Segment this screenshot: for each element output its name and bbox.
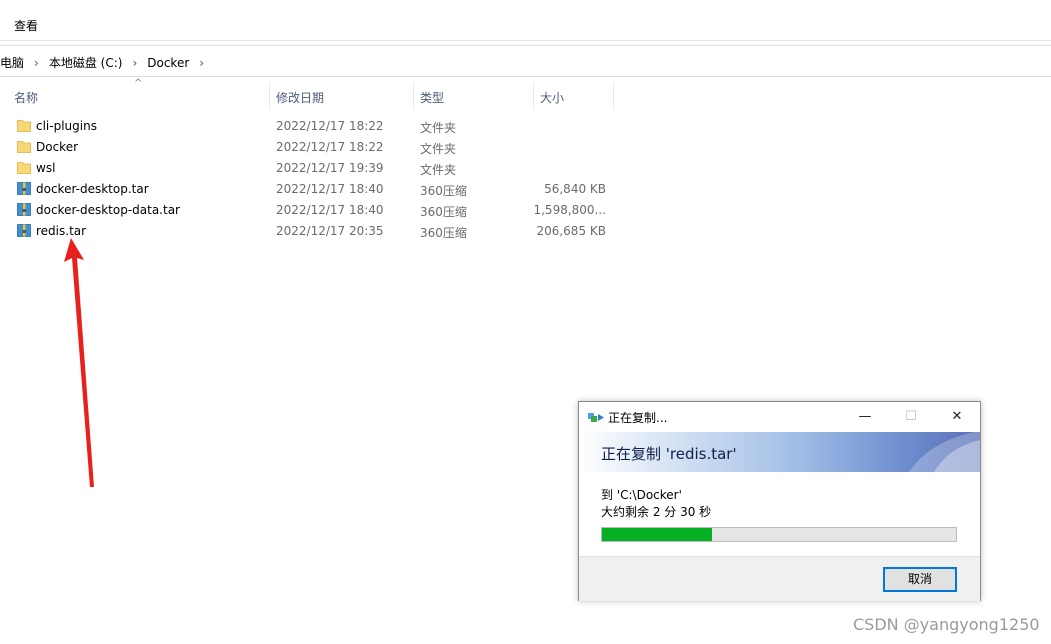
- breadcrumb: 电脑 › 本地磁盘 (C:) › Docker ›: [0, 54, 214, 71]
- minimize-button[interactable]: —: [842, 402, 888, 432]
- dialog-title: 正在复制...: [608, 411, 668, 425]
- folder-icon: [17, 141, 31, 153]
- list-item[interactable]: cli-plugins 2022/12/17 18:22 文件夹: [0, 116, 620, 137]
- file-date: 2022/12/17 18:40: [276, 182, 384, 196]
- list-item[interactable]: redis.tar 2022/12/17 20:35 360压缩 206,685…: [0, 221, 620, 242]
- list-item[interactable]: docker-desktop-data.tar 2022/12/17 18:40…: [0, 200, 620, 221]
- tab-view[interactable]: 查看: [14, 17, 38, 34]
- file-date: 2022/12/17 20:35: [276, 224, 384, 238]
- file-size: 206,685 KB: [536, 224, 606, 238]
- chevron-right-icon[interactable]: ›: [199, 56, 204, 70]
- maximize-button[interactable]: ☐: [888, 402, 934, 432]
- column-name[interactable]: 名称: [14, 89, 38, 106]
- column-header: ^ 名称 修改日期 类型 大小: [0, 78, 620, 110]
- column-type[interactable]: 类型: [420, 89, 444, 106]
- chevron-right-icon[interactable]: ›: [34, 56, 39, 70]
- watermark: CSDN @yangyong1250: [853, 615, 1040, 634]
- breadcrumb-local-disk[interactable]: 本地磁盘 (C:): [49, 54, 123, 71]
- folder-icon: [17, 162, 31, 174]
- file-name: Docker: [36, 140, 79, 154]
- file-date: 2022/12/17 18:40: [276, 203, 384, 217]
- folder-icon: [17, 120, 31, 132]
- column-date[interactable]: 修改日期: [276, 89, 324, 106]
- column-size[interactable]: 大小: [540, 89, 564, 106]
- dialog-body: 到 'C:\Docker' 大约剩余 2 分 30 秒: [579, 472, 980, 556]
- file-type: 文件夹: [420, 142, 457, 156]
- breadcrumb-this-pc[interactable]: 电脑: [0, 54, 24, 71]
- cancel-button[interactable]: 取消: [883, 567, 957, 592]
- column-divider[interactable]: [613, 82, 614, 110]
- list-item[interactable]: wsl 2022/12/17 19:39 文件夹: [0, 158, 620, 179]
- file-size: 1,598,800...: [533, 203, 606, 217]
- file-name: redis.tar: [36, 224, 87, 238]
- file-date: 2022/12/17 18:22: [276, 140, 384, 154]
- file-type: 文件夹: [420, 121, 457, 135]
- file-type: 360压缩: [420, 205, 467, 219]
- list-item[interactable]: docker-desktop.tar 2022/12/17 18:40 360压…: [0, 179, 620, 200]
- file-date: 2022/12/17 18:22: [276, 119, 384, 133]
- file-name: wsl: [36, 161, 56, 175]
- column-divider[interactable]: [413, 82, 414, 110]
- file-name: docker-desktop.tar: [36, 182, 149, 196]
- file-type: 文件夹: [420, 163, 457, 177]
- file-name: cli-plugins: [36, 119, 97, 133]
- archive-icon: [17, 203, 31, 216]
- breadcrumb-docker[interactable]: Docker: [147, 56, 189, 70]
- copy-icon: [588, 413, 604, 422]
- dialog-banner: 正在复制 'redis.tar': [579, 432, 980, 472]
- column-divider[interactable]: [269, 82, 270, 110]
- list-item[interactable]: Docker 2022/12/17 18:22 文件夹: [0, 137, 620, 158]
- column-divider[interactable]: [533, 82, 534, 110]
- dialog-heading: 正在复制 'redis.tar': [601, 445, 737, 463]
- archive-icon: [17, 182, 31, 195]
- sort-ascending-icon: ^: [134, 78, 143, 89]
- file-type: 360压缩: [420, 184, 467, 198]
- dialog-title-bar[interactable]: 正在复制... — ☐ ✕: [579, 402, 980, 432]
- file-size: 56,840 KB: [544, 182, 606, 196]
- archive-icon: [17, 224, 31, 237]
- dialog-footer: 取消: [579, 556, 980, 601]
- address-bar[interactable]: 电脑 › 本地磁盘 (C:) › Docker ›: [0, 45, 1051, 77]
- destination-text: 到 'C:\Docker': [601, 488, 682, 502]
- file-date: 2022/12/17 19:39: [276, 161, 384, 175]
- ribbon: 查看: [0, 0, 1051, 41]
- time-remaining-text: 大约剩余 2 分 30 秒: [601, 505, 712, 519]
- file-name: docker-desktop-data.tar: [36, 203, 180, 217]
- progress-bar: [601, 527, 957, 542]
- progress-bar-fill: [602, 528, 712, 541]
- chevron-right-icon[interactable]: ›: [132, 56, 137, 70]
- copy-progress-dialog: 正在复制... — ☐ ✕ 正在复制 'redis.tar' 到 'C:\Doc…: [578, 401, 981, 601]
- file-type: 360压缩: [420, 226, 467, 240]
- close-button[interactable]: ✕: [934, 402, 980, 432]
